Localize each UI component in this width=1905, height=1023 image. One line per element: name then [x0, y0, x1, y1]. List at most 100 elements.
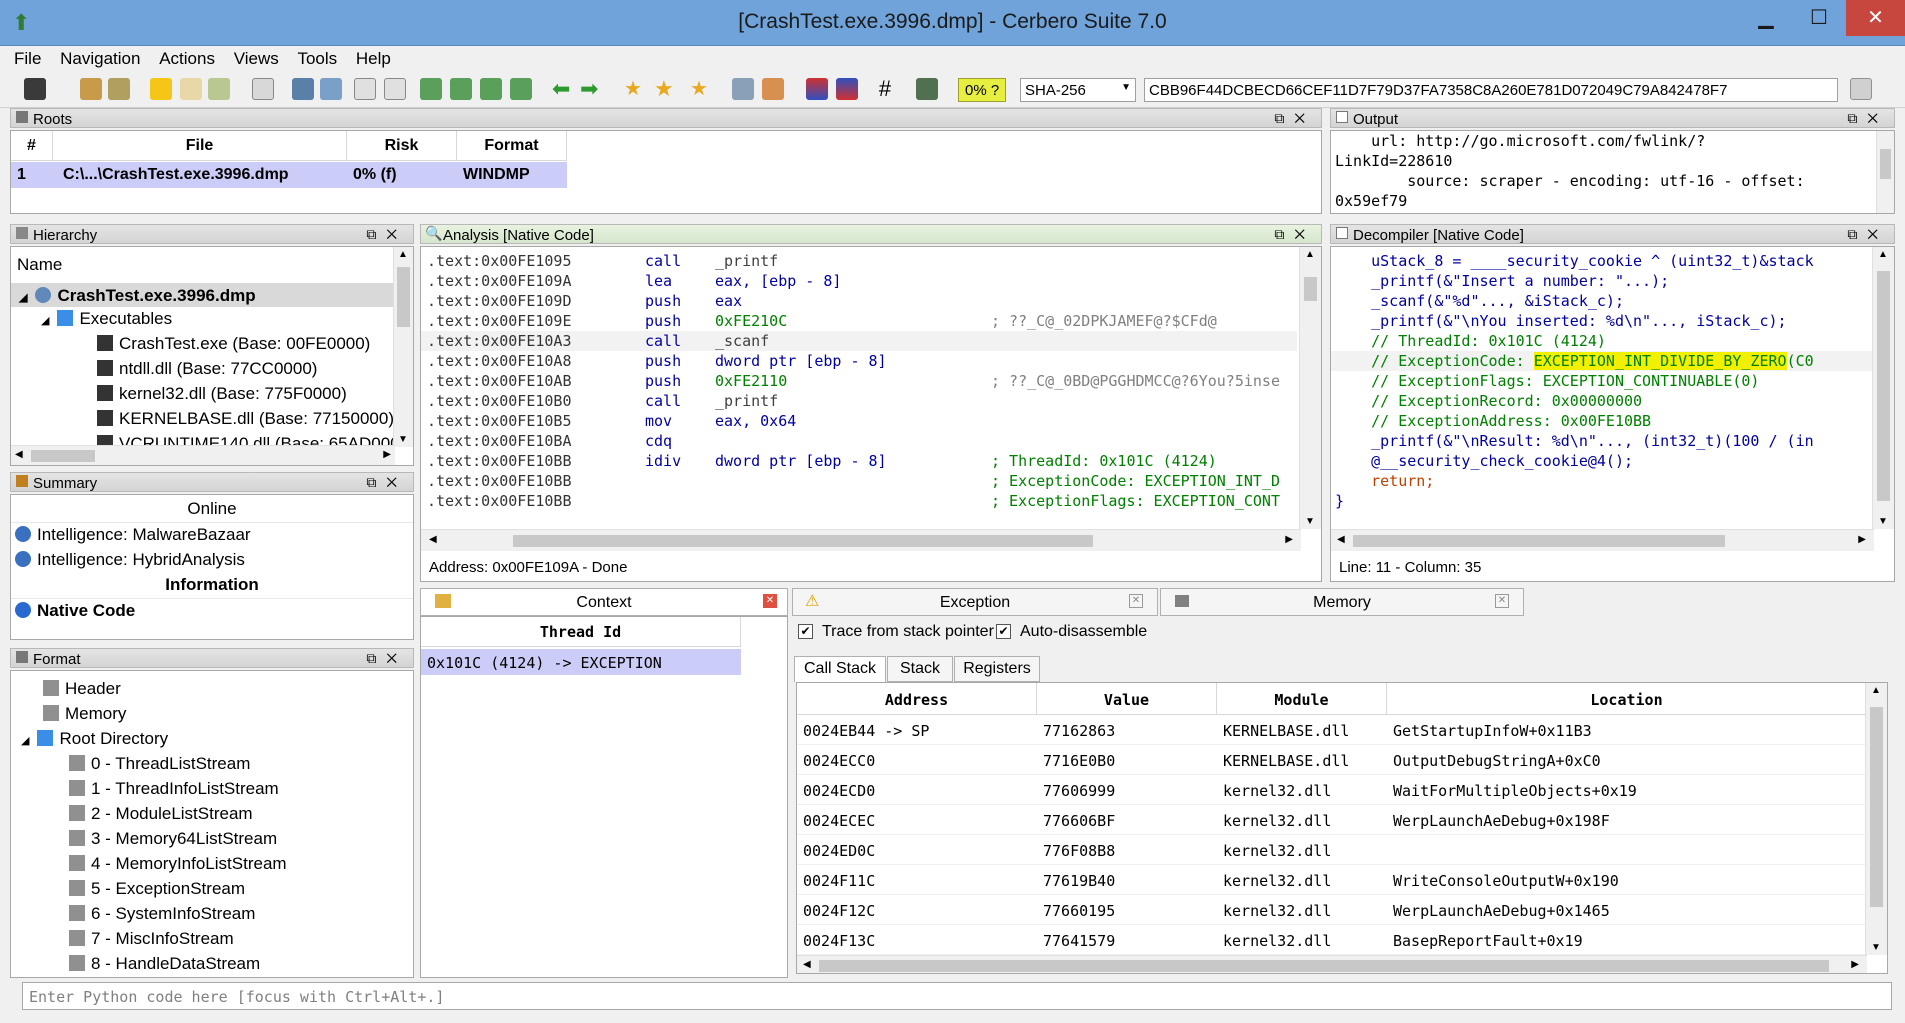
autodis-checkbox[interactable]: ✔	[996, 624, 1011, 639]
roots-col-file[interactable]: File	[53, 131, 347, 161]
context-row[interactable]: 0x101C (4124) -> EXCEPTION	[421, 649, 741, 675]
save-icon[interactable]	[24, 78, 46, 100]
table-row[interactable]: 0024ECEC 776606BF kernel32.dll WerpLaunchAe…	[797, 805, 1867, 835]
roots-row[interactable]: 1 C:\...\CrashTest.exe.3996.dmp 0% (f) W…	[11, 162, 567, 188]
frame-icon[interactable]	[354, 78, 376, 100]
expand-icon[interactable]	[480, 78, 502, 100]
trace-checkbox[interactable]: ✔	[798, 624, 813, 639]
stream-item[interactable]: 4 - MemoryInfoListStream	[69, 854, 287, 874]
stream-item[interactable]: 0 - ThreadListStream	[69, 754, 250, 774]
move-icon[interactable]	[420, 78, 442, 100]
expand-icon[interactable]: ◢	[19, 292, 27, 304]
disasm-line[interactable]: .text:0x00FE10BB ; ExceptionCode: EXCEPTI…	[427, 471, 1280, 491]
graph-icon[interactable]	[732, 78, 754, 100]
decompiler-line[interactable]: // ThreadId: 0x101C (4124)	[1335, 331, 1606, 351]
decompiler-scrollbar-h[interactable]: ◀ ▶	[1331, 529, 1874, 551]
tree-item[interactable]: kernel32.dll (Base: 775F0000)	[97, 384, 347, 404]
disasm-line[interactable]: .text:0x00FE10BB ; ExceptionFlags: EXCEPT…	[427, 491, 1280, 511]
intel-hybridanalysis[interactable]: Intelligence: HybridAnalysis	[15, 550, 245, 570]
table-row[interactable]: 0024F13C 77641579 kernel32.dll BasepReportF…	[797, 925, 1867, 955]
star-add-icon[interactable]: ★	[624, 78, 646, 100]
close-tab-icon[interactable]: ✕	[763, 594, 777, 608]
menu-navigation[interactable]: Navigation	[60, 46, 140, 69]
maximize-button[interactable]: ☐	[1791, 0, 1847, 36]
output-scrollbar[interactable]	[1876, 131, 1894, 213]
roots-col-num[interactable]: #	[11, 131, 53, 161]
panel-controls[interactable]: ⧉✕	[1847, 226, 1888, 243]
disasm-line[interactable]: .text:0x00FE10B5 mov eax, 0x64	[427, 411, 796, 431]
disasm-line[interactable]: .text:0x00FE10AB push 0xFE2110 ; ??_C@_0BD@…	[427, 371, 1280, 391]
col-address[interactable]: Address	[797, 683, 1037, 715]
panel-controls[interactable]: ⧉✕	[366, 474, 407, 491]
decompiler-line[interactable]: // ExceptionCode: EXCEPTION_INT_DIVIDE_B…	[1335, 351, 1814, 371]
format-memory-item[interactable]: Memory	[43, 704, 126, 724]
context-col-thread[interactable]: Thread Id	[421, 617, 741, 647]
zoom-icon[interactable]	[450, 78, 472, 100]
decompiler-line[interactable]: // ExceptionRecord: 0x00000000	[1335, 391, 1642, 411]
col-module[interactable]: Module	[1217, 683, 1387, 715]
window-icon[interactable]	[252, 78, 274, 100]
analysis-scrollbar-h[interactable]: ◀ ▶	[421, 529, 1301, 551]
tab-call-stack[interactable]: Call Stack	[794, 656, 886, 682]
native-code-item[interactable]: Native Code	[15, 601, 135, 621]
panel-controls[interactable]: ⧉✕	[366, 226, 407, 243]
star-icon[interactable]: ★	[654, 78, 676, 100]
lightning-icon[interactable]	[150, 78, 172, 100]
hash-algo-select[interactable]: SHA-256 ▼	[1020, 78, 1136, 102]
tools-icon[interactable]	[510, 78, 532, 100]
star-edit-icon[interactable]: ★	[690, 78, 712, 100]
hierarchy-scrollbar-v[interactable]: ▲ ▼	[393, 247, 413, 447]
tree-item[interactable]: ntdll.dll (Base: 77CC0000)	[97, 359, 317, 379]
scan-icon[interactable]	[916, 78, 938, 100]
back-arrow-icon[interactable]: ⬅	[552, 78, 574, 100]
disasm-line[interactable]: .text:0x00FE10BA cdq	[427, 431, 672, 451]
disasm-line[interactable]: .text:0x00FE109D push eax	[427, 291, 742, 311]
format-header-item[interactable]: Header	[43, 679, 121, 699]
hierarchy-col-name[interactable]: Name	[17, 255, 62, 275]
python-input[interactable]: Enter Python code here [focus with Ctrl+…	[22, 982, 1892, 1010]
stream-item[interactable]: 7 - MiscInfoStream	[69, 929, 234, 949]
expand-icon[interactable]: ◢	[21, 735, 29, 747]
tree-executables[interactable]: ◢ Executables	[41, 309, 172, 329]
decompiler-line[interactable]: _scanf(&"%d"..., &iStack_c);	[1335, 291, 1624, 311]
decompiler-line[interactable]: return;	[1335, 471, 1434, 491]
decompiler-line[interactable]: // ExceptionAddress: 0x00FE10BB	[1335, 411, 1651, 431]
table-row[interactable]: 0024ED0C 776F08B8 kernel32.dll	[797, 835, 1867, 865]
tree-item[interactable]: CrashTest.exe (Base: 00FE0000)	[97, 334, 370, 354]
decompiler-line[interactable]: uStack_8 = ____security_cookie ^ (uint32…	[1335, 251, 1814, 271]
frame2-icon[interactable]	[384, 78, 406, 100]
report-icon[interactable]	[108, 78, 130, 100]
hierarchy-scrollbar-h[interactable]: ◀ ▶	[11, 445, 395, 465]
refresh-icon[interactable]	[320, 78, 342, 100]
decompiler-line[interactable]: _printf(&"\nResult: %d\n"..., (int32_t)(…	[1335, 431, 1814, 451]
stream-item[interactable]: 1 - ThreadInfoListStream	[69, 779, 279, 799]
roots-col-risk[interactable]: Risk	[347, 131, 457, 161]
context-tab[interactable]: Context ✕	[420, 588, 788, 616]
close-button[interactable]: ✕	[1846, 0, 1905, 36]
decompiler-line[interactable]: // ExceptionFlags: EXCEPTION_CONTINUABLE…	[1335, 371, 1759, 391]
close-tab-icon[interactable]: ✕	[1495, 594, 1509, 608]
memory-tab[interactable]: Memory ✕	[1160, 588, 1524, 616]
disasm-line[interactable]: .text:0x00FE109A lea eax, [ebp - 8]	[427, 271, 841, 291]
hash-icon[interactable]: #	[874, 78, 896, 100]
tree-root[interactable]: ◢ CrashTest.exe.3996.dmp	[11, 283, 393, 307]
panel-controls[interactable]: ⧉✕	[1847, 110, 1888, 127]
stream-item[interactable]: 8 - HandleDataStream	[69, 954, 260, 974]
call-stack-scrollbar-v[interactable]: ▲ ▼	[1865, 683, 1887, 955]
roots-col-format[interactable]: Format	[457, 131, 567, 161]
tab-registers[interactable]: Registers	[954, 656, 1040, 682]
decompiler-line[interactable]: _printf(&"Insert a number: "...);	[1335, 271, 1669, 291]
exception-tab[interactable]: ⚠ Exception ✕	[792, 588, 1158, 616]
menu-tools[interactable]: Tools	[297, 46, 337, 69]
close-tab-icon[interactable]: ✕	[1129, 594, 1143, 608]
open-icon[interactable]	[80, 78, 102, 100]
menu-help[interactable]: Help	[356, 46, 391, 69]
minimize-button[interactable]: ▁	[1738, 0, 1794, 36]
decompiler-scrollbar-v[interactable]: ▲ ▼	[1872, 247, 1894, 529]
table-row[interactable]: 0024ECC0 7716E0B0 KERNELBASE.dll OutputDebu…	[797, 745, 1867, 775]
table-row[interactable]: 0024F12C 77660195 kernel32.dll WerpLaunchAe…	[797, 895, 1867, 925]
stream-item[interactable]: 2 - ModuleListStream	[69, 804, 253, 824]
decompiler-view[interactable]: uStack_8 = ____security_cookie ^ (uint32…	[1335, 251, 1872, 521]
decompiler-line[interactable]: }	[1335, 491, 1344, 511]
panel-controls[interactable]: ⧉✕	[366, 650, 407, 667]
